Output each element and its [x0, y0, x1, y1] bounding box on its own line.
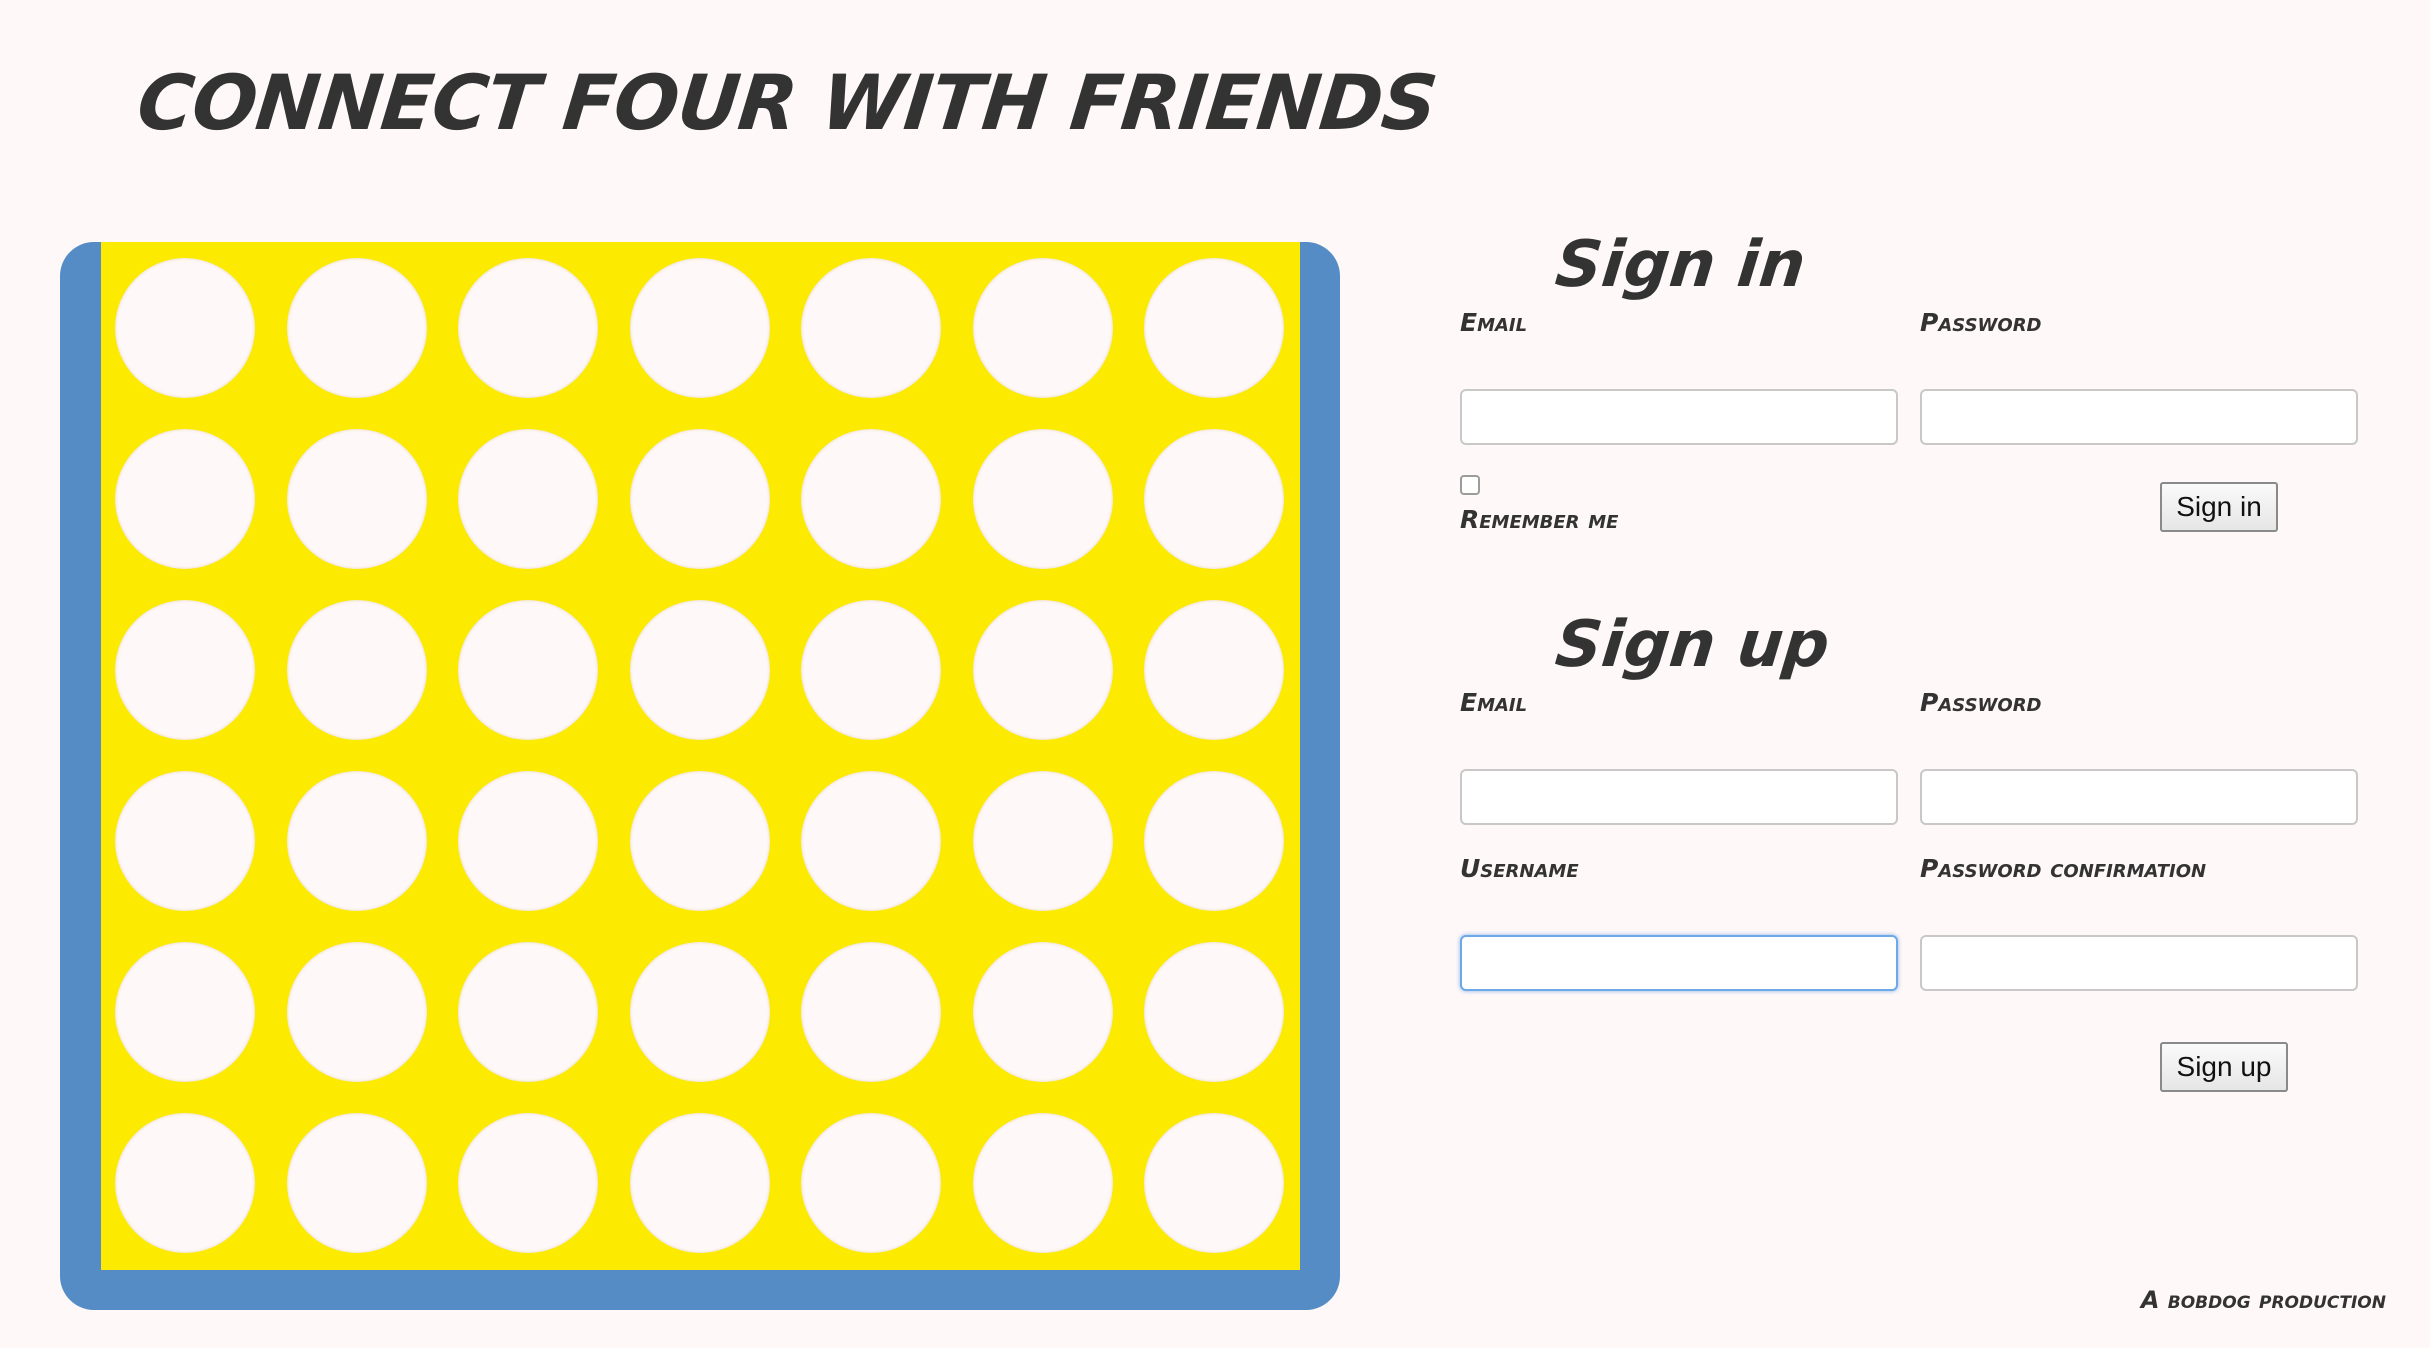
- board-slot[interactable]: [629, 429, 770, 569]
- page-title: CONNECT FOUR WITH FRIENDS: [133, 58, 1441, 147]
- sign-up-password-input[interactable]: [1920, 769, 2358, 825]
- board-slot[interactable]: [629, 1113, 770, 1253]
- board-slot[interactable]: [629, 258, 770, 398]
- sign-in-heading: Sign in: [1552, 228, 1810, 302]
- remember-me-checkbox[interactable]: [1460, 475, 1480, 495]
- board-slot[interactable]: [286, 600, 427, 740]
- sign-up-password-label: Password: [1920, 688, 2042, 717]
- board-slot[interactable]: [286, 258, 427, 398]
- board-slot[interactable]: [1144, 771, 1284, 911]
- board-slot[interactable]: [286, 429, 427, 569]
- board-slot[interactable]: [629, 771, 770, 911]
- sign-in-password-label: Password: [1920, 308, 2042, 337]
- board-slot[interactable]: [115, 429, 255, 569]
- sign-in-password-input[interactable]: [1920, 389, 2358, 445]
- board-slot[interactable]: [1144, 600, 1284, 740]
- sign-in-email-label: Email: [1460, 308, 1528, 337]
- sign-up-username-input[interactable]: [1460, 935, 1898, 991]
- board-slot[interactable]: [458, 942, 598, 1082]
- board-slot[interactable]: [972, 429, 1113, 569]
- sign-up-email-label: Email: [1460, 688, 1528, 717]
- board-slot[interactable]: [629, 600, 770, 740]
- sign-up-heading: Sign up: [1552, 608, 1833, 682]
- board-slot[interactable]: [286, 942, 427, 1082]
- sign-in-email-input[interactable]: [1460, 389, 1898, 445]
- sign-in-button[interactable]: Sign in: [2160, 482, 2278, 532]
- board-slot[interactable]: [115, 258, 255, 398]
- board-slot[interactable]: [1144, 429, 1284, 569]
- board-slot[interactable]: [458, 1113, 598, 1253]
- board-slot[interactable]: [801, 1113, 941, 1253]
- board-slot[interactable]: [1144, 1113, 1284, 1253]
- board-slot[interactable]: [115, 771, 255, 911]
- board-slot[interactable]: [801, 942, 941, 1082]
- sign-up-button[interactable]: Sign up: [2160, 1042, 2288, 1092]
- board-slot[interactable]: [458, 429, 598, 569]
- board-slot[interactable]: [115, 1113, 255, 1253]
- sign-up-username-label: Username: [1460, 854, 1579, 883]
- board-slot[interactable]: [801, 429, 941, 569]
- board-slot[interactable]: [972, 771, 1113, 911]
- board-slot[interactable]: [458, 771, 598, 911]
- board-slot[interactable]: [458, 600, 598, 740]
- board-slot[interactable]: [286, 1113, 427, 1253]
- game-board[interactable]: [101, 242, 1300, 1270]
- board-slot[interactable]: [629, 942, 770, 1082]
- board-slot[interactable]: [1144, 258, 1284, 398]
- board-slot[interactable]: [972, 1113, 1113, 1253]
- sign-up-password-confirmation-label: Password confirmation: [1920, 854, 2207, 883]
- remember-me-label: Remember me: [1460, 505, 1619, 534]
- board-slot[interactable]: [801, 600, 941, 740]
- board-slot[interactable]: [972, 942, 1113, 1082]
- sign-up-email-input[interactable]: [1460, 769, 1898, 825]
- board-slot[interactable]: [1144, 942, 1284, 1082]
- sign-up-password-confirmation-input[interactable]: [1920, 935, 2358, 991]
- footer-credit: A bobdog production: [2140, 1286, 2386, 1314]
- board-slot[interactable]: [458, 258, 598, 398]
- board-slot[interactable]: [115, 600, 255, 740]
- board-slot[interactable]: [972, 600, 1113, 740]
- board-slot[interactable]: [286, 771, 427, 911]
- board-slot[interactable]: [115, 942, 255, 1082]
- board-slot[interactable]: [972, 258, 1113, 398]
- board-slot[interactable]: [801, 258, 941, 398]
- board-slot[interactable]: [801, 771, 941, 911]
